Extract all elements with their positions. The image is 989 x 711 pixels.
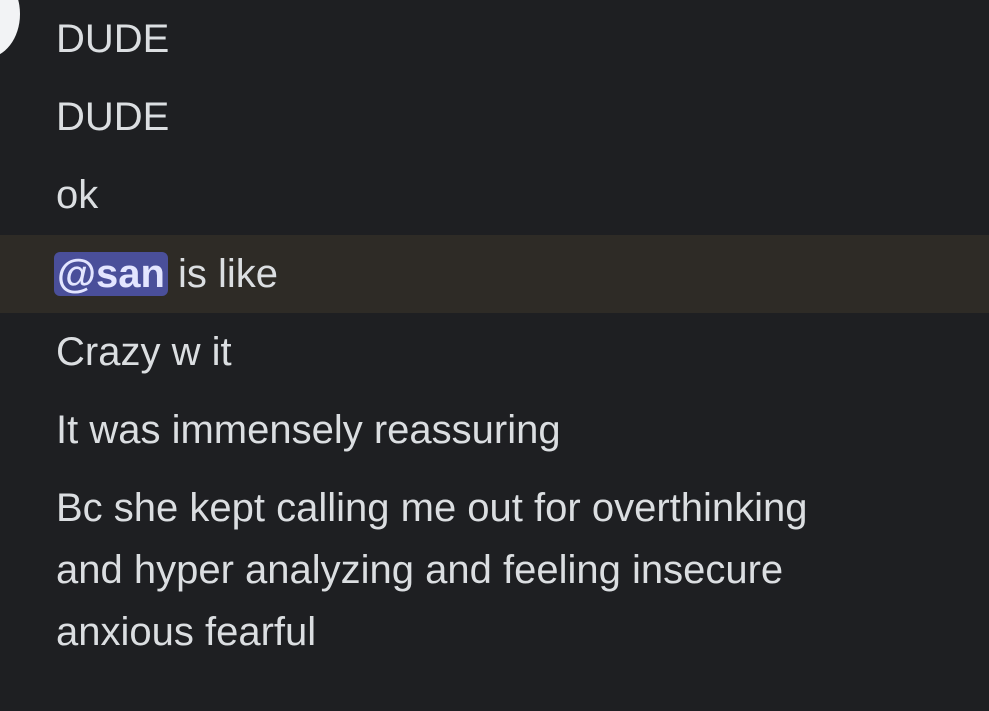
message: ok — [0, 164, 989, 226]
message-text-line: anxious fearful — [56, 610, 317, 654]
message: Crazy w it — [0, 321, 989, 383]
message-text: DUDE — [56, 95, 170, 139]
message-text: DUDE — [56, 17, 170, 61]
message: It was immensely reassuring — [0, 399, 989, 461]
message-text: ok — [56, 173, 99, 217]
message-text: is like — [177, 252, 278, 296]
message: Bc she kept calling me out for overthink… — [0, 477, 989, 667]
message-text: Crazy w it — [56, 330, 232, 374]
user-mention[interactable]: @san — [54, 252, 168, 296]
message-mentioned: @san is like — [0, 235, 989, 313]
chat-message-list: DUDE DUDE ok @san is like Crazy w it It w… — [0, 0, 989, 711]
message-text: It was immensely reassuring — [56, 408, 561, 452]
message: DUDE — [0, 86, 989, 148]
message: DUDE — [0, 8, 989, 70]
message-text-line: and hyper analyzing and feeling insecure — [56, 548, 784, 592]
message-text-line: Bc she kept calling me out for overthink… — [56, 486, 808, 530]
